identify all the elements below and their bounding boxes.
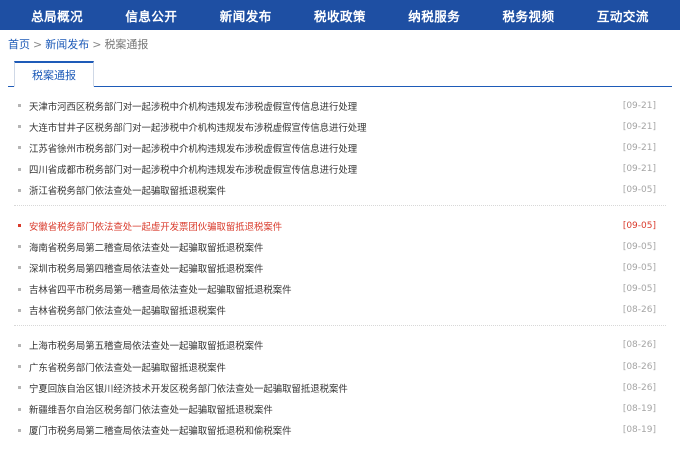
news-date: [09-05] (622, 220, 656, 231)
news-group: 安徽省税务部门依法查处一起虚开发票团伙骗取留抵退税案件 [09-05] 海南省税务局… (14, 213, 666, 326)
news-title-link[interactable]: 广东省税务部门依法查处一起骗取留抵退税案件 (29, 360, 623, 374)
news-title-link[interactable]: 深圳市税务局第四稽查局依法查处一起骗取留抵退税案件 (29, 261, 623, 275)
news-title-link[interactable]: 新疆维吾尔自治区税务部门依法查处一起骗取留抵退税案件 (29, 402, 623, 416)
news-title-link[interactable]: 安徽省税务部门依法查处一起虚开发票团伙骗取留抵退税案件 (29, 219, 623, 233)
nav-tax-policy[interactable]: 税收政策 (314, 6, 366, 25)
news-title-link[interactable]: 江苏省徐州市税务部门对一起涉税中介机构违规发布涉税虚假宣传信息进行处理 (29, 141, 623, 155)
list-item: 上海市税务局第五稽查局依法查处一起骗取留抵退税案件 [08-26] (14, 335, 666, 356)
list-item: 江苏省徐州市税务部门对一起涉税中介机构违规发布涉税虚假宣传信息进行处理 [09-2… (14, 137, 666, 158)
news-group: 天津市河西区税务部门对一起涉税中介机构违规发布涉税虚假宣传信息进行处理 [09-2… (14, 93, 666, 206)
news-title-link[interactable]: 大连市甘井子区税务部门对一起涉税中介机构违规发布涉税虚假宣传信息进行处理 (29, 120, 623, 134)
nav-news[interactable]: 新闻发布 (220, 6, 272, 25)
bullet-icon (18, 104, 21, 108)
news-title-link[interactable]: 四川省成都市税务部门对一起涉税中介机构违规发布涉税虚假宣传信息进行处理 (29, 162, 623, 176)
nav-tax-service[interactable]: 纳税服务 (408, 6, 460, 25)
news-date: [09-05] (622, 262, 656, 273)
bullet-icon (18, 428, 21, 432)
news-title-link[interactable]: 海南省税务局第二稽查局依法查处一起骗取留抵退税案件 (29, 240, 623, 254)
breadcrumb-separator: > (33, 37, 43, 51)
news-list: 天津市河西区税务部门对一起涉税中介机构违规发布涉税虚假宣传信息进行处理 [09-2… (14, 93, 666, 445)
breadcrumb-home[interactable]: 首页 (8, 36, 30, 52)
bullet-icon (18, 343, 21, 347)
list-item: 宁夏回族自治区银川经济技术开发区税务部门依法查处一起骗取留抵退税案件 [08-26… (14, 377, 666, 398)
news-title-link[interactable]: 上海市税务局第五稽查局依法查处一起骗取留抵退税案件 (29, 338, 623, 352)
news-date: [08-19] (622, 404, 656, 415)
bullet-icon (18, 146, 21, 150)
nav-interaction[interactable]: 互动交流 (597, 6, 649, 25)
breadcrumb-news[interactable]: 新闻发布 (45, 36, 89, 52)
breadcrumb-current: 税案通报 (104, 38, 149, 51)
news-date: [09-21] (622, 100, 656, 111)
bullet-icon (18, 167, 21, 171)
list-item: 安徽省税务部门依法查处一起虚开发票团伙骗取留抵退税案件 [09-05] (14, 215, 666, 236)
nav-overview[interactable]: 总局概况 (31, 6, 83, 25)
news-title-link[interactable]: 天津市河西区税务部门对一起涉税中介机构违规发布涉税虚假宣传信息进行处理 (29, 99, 623, 113)
news-date: [08-26] (622, 382, 656, 393)
bullet-icon (18, 224, 21, 228)
news-date: [09-05] (622, 185, 656, 196)
bullet-icon (18, 125, 21, 129)
news-title-link[interactable]: 吉林省税务部门依法查处一起骗取留抵退税案件 (29, 303, 623, 317)
bullet-icon (18, 386, 21, 390)
news-date: [08-26] (622, 340, 656, 351)
list-item: 天津市河西区税务部门对一起涉税中介机构违规发布涉税虚假宣传信息进行处理 [09-2… (14, 95, 666, 116)
breadcrumb: 首页 > 新闻发布 > 税案通报 (0, 30, 680, 58)
list-item: 海南省税务局第二稽查局依法查处一起骗取留抵退税案件 [09-05] (14, 236, 666, 257)
bullet-icon (18, 407, 21, 411)
list-item: 广东省税务部门依法查处一起骗取留抵退税案件 [08-26] (14, 356, 666, 377)
news-date: [08-26] (622, 305, 656, 316)
news-title-link[interactable]: 浙江省税务部门依法查处一起骗取留抵退税案件 (29, 183, 623, 197)
tab-bar: 税案通报 (8, 58, 672, 87)
nav-tax-video[interactable]: 税务视频 (503, 6, 555, 25)
list-item: 浙江省税务部门依法查处一起骗取留抵退税案件 [09-05] (14, 180, 666, 201)
top-navigation: 总局概况 信息公开 新闻发布 税收政策 纳税服务 税务视频 互动交流 (0, 0, 680, 30)
list-item: 深圳市税务局第四稽查局依法查处一起骗取留抵退税案件 [09-05] (14, 257, 666, 278)
news-date: [08-26] (622, 361, 656, 372)
list-item: 吉林省四平市税务局第一稽查局依法查处一起骗取留抵退税案件 [09-05] (14, 279, 666, 300)
news-date: [09-05] (622, 284, 656, 295)
news-title-link[interactable]: 宁夏回族自治区银川经济技术开发区税务部门依法查处一起骗取留抵退税案件 (29, 381, 623, 395)
news-date: [08-19] (622, 425, 656, 436)
bullet-icon (18, 308, 21, 312)
news-title-link[interactable]: 厦门市税务局第二稽查局依法查处一起骗取留抵退税和偷税案件 (29, 423, 623, 437)
list-item: 四川省成都市税务部门对一起涉税中介机构违规发布涉税虚假宣传信息进行处理 [09-2… (14, 159, 666, 180)
nav-info-disclosure[interactable]: 信息公开 (125, 6, 177, 25)
tab-tax-cases[interactable]: 税案通报 (14, 61, 94, 87)
news-date: [09-21] (622, 164, 656, 175)
list-item: 吉林省税务部门依法查处一起骗取留抵退税案件 [08-26] (14, 300, 666, 321)
news-group: 上海市税务局第五稽查局依法查处一起骗取留抵退税案件 [08-26] 广东省税务部门依… (14, 333, 666, 445)
bullet-icon (18, 287, 21, 291)
news-title-link[interactable]: 吉林省四平市税务局第一稽查局依法查处一起骗取留抵退税案件 (29, 282, 623, 296)
breadcrumb-separator: > (92, 37, 102, 51)
list-item: 厦门市税务局第二稽查局依法查处一起骗取留抵退税和偷税案件 [08-19] (14, 420, 666, 441)
bullet-icon (18, 188, 21, 192)
news-date: [09-21] (622, 142, 656, 153)
news-date: [09-05] (622, 241, 656, 252)
bullet-icon (18, 245, 21, 249)
bullet-icon (18, 365, 21, 369)
bullet-icon (18, 266, 21, 270)
list-item: 新疆维吾尔自治区税务部门依法查处一起骗取留抵退税案件 [08-19] (14, 398, 666, 419)
news-date: [09-21] (622, 121, 656, 132)
list-item: 大连市甘井子区税务部门对一起涉税中介机构违规发布涉税虚假宣传信息进行处理 [09-… (14, 116, 666, 137)
